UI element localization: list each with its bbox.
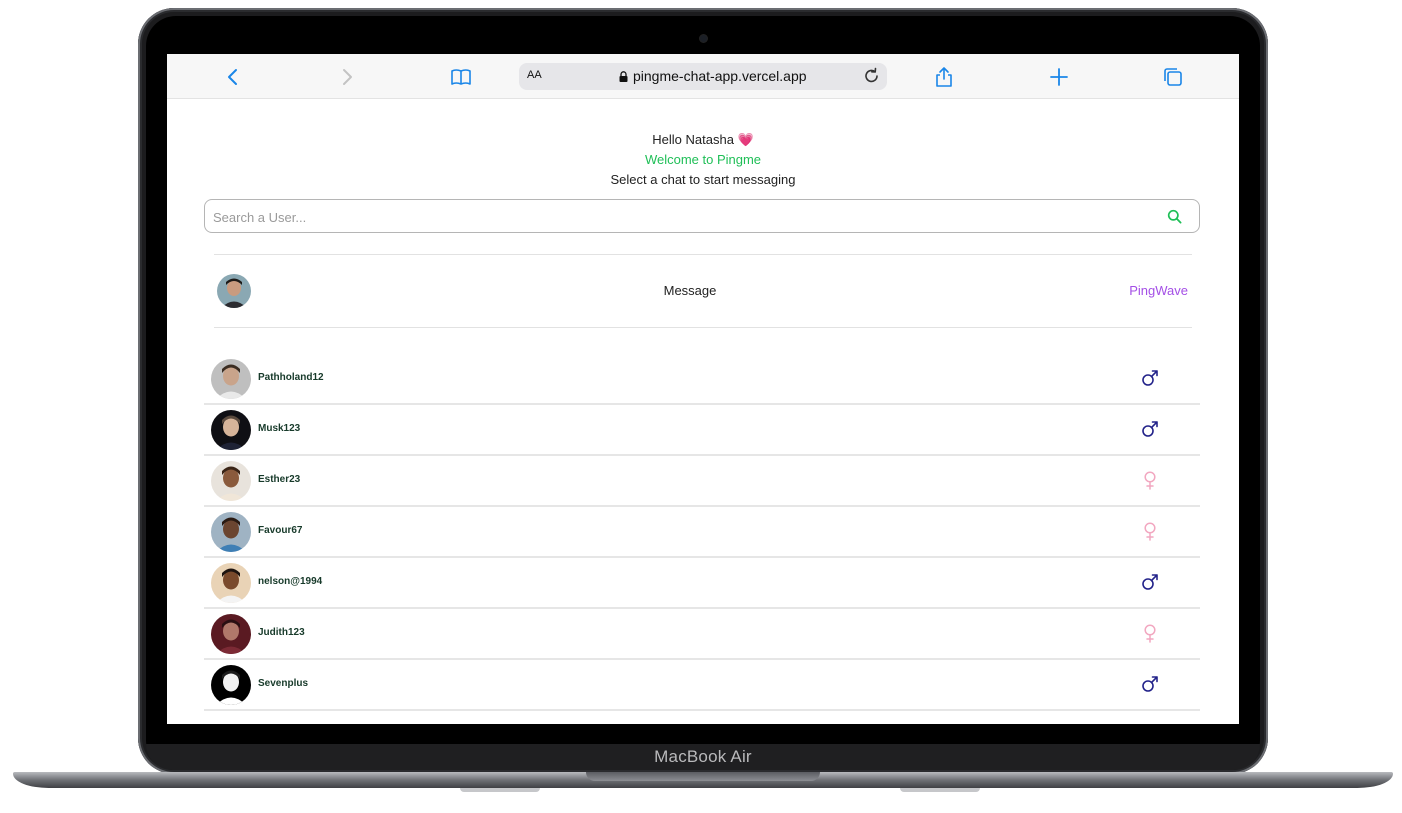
browser-screen: AA pingme-chat-app.vercel.app Hello Nata… <box>167 54 1239 724</box>
user-name: Favour67 <box>258 525 303 536</box>
avatar[interactable] <box>211 512 251 552</box>
user-list-item[interactable]: nelson@1994 <box>204 558 1200 609</box>
laptop-chin: MacBook Air <box>146 744 1260 770</box>
user-name: Pathholand12 <box>258 372 324 383</box>
female-icon <box>1140 623 1160 643</box>
text-size-button[interactable]: AA <box>527 69 542 81</box>
avatar[interactable] <box>211 410 251 450</box>
male-icon <box>1140 419 1160 439</box>
avatar[interactable] <box>211 359 251 399</box>
search-bar[interactable] <box>204 199 1200 233</box>
device-label: MacBook Air <box>654 747 752 766</box>
address-bar[interactable]: AA pingme-chat-app.vercel.app <box>519 63 887 90</box>
lock-icon <box>619 70 628 82</box>
user-list-item[interactable]: Sevenplus <box>204 660 1200 711</box>
divider <box>214 254 1192 255</box>
laptop-notch <box>586 772 820 781</box>
laptop-foot <box>900 788 980 792</box>
url-text: pingme-chat-app.vercel.app <box>633 68 807 84</box>
user-name: Esther23 <box>258 474 301 485</box>
plus-icon[interactable] <box>1048 66 1070 88</box>
user-name: Judith123 <box>258 627 305 638</box>
greeting-text: Hello Natasha 💗 <box>652 132 754 147</box>
tabs-icon[interactable] <box>1162 66 1184 88</box>
welcome-text: Welcome to Pingme <box>644 152 762 167</box>
user-list-item[interactable]: Pathholand12 <box>204 354 1200 405</box>
camera-icon <box>700 35 707 42</box>
avatar[interactable] <box>211 614 251 654</box>
user-name: Musk123 <box>258 423 301 434</box>
user-list-item[interactable]: Esther23 <box>204 456 1200 507</box>
male-icon <box>1140 368 1160 388</box>
user-list: Pathholand12 Musk123 Esther23 Favour67 nelso… <box>204 354 1200 711</box>
search-icon[interactable] <box>1167 209 1182 224</box>
avatar[interactable] <box>211 461 251 501</box>
message-label: Message <box>663 283 717 298</box>
url-display[interactable]: pingme-chat-app.vercel.app <box>619 68 807 84</box>
male-icon <box>1140 572 1160 592</box>
avatar[interactable] <box>211 665 251 705</box>
user-name: nelson@1994 <box>258 576 323 587</box>
search-input[interactable] <box>211 207 1115 227</box>
male-icon <box>1140 674 1160 694</box>
divider <box>214 327 1192 328</box>
laptop-foot <box>460 788 540 792</box>
female-icon <box>1140 521 1160 541</box>
book-icon[interactable] <box>450 66 472 88</box>
user-list-item[interactable]: Judith123 <box>204 609 1200 660</box>
user-list-item[interactable]: Favour67 <box>204 507 1200 558</box>
female-icon <box>1140 470 1160 490</box>
pingwave-link[interactable]: PingWave <box>1129 283 1188 298</box>
reload-icon[interactable] <box>862 66 882 86</box>
user-list-item[interactable]: Musk123 <box>204 405 1200 456</box>
user-name: Sevenplus <box>258 678 309 689</box>
subtitle-text: Select a chat to start messaging <box>610 172 796 187</box>
avatar[interactable] <box>211 563 251 603</box>
chevron-right-icon[interactable] <box>336 66 358 88</box>
chevron-left-icon[interactable] <box>222 66 244 88</box>
browser-toolbar: AA pingme-chat-app.vercel.app <box>167 54 1239 99</box>
share-icon[interactable] <box>933 66 955 88</box>
